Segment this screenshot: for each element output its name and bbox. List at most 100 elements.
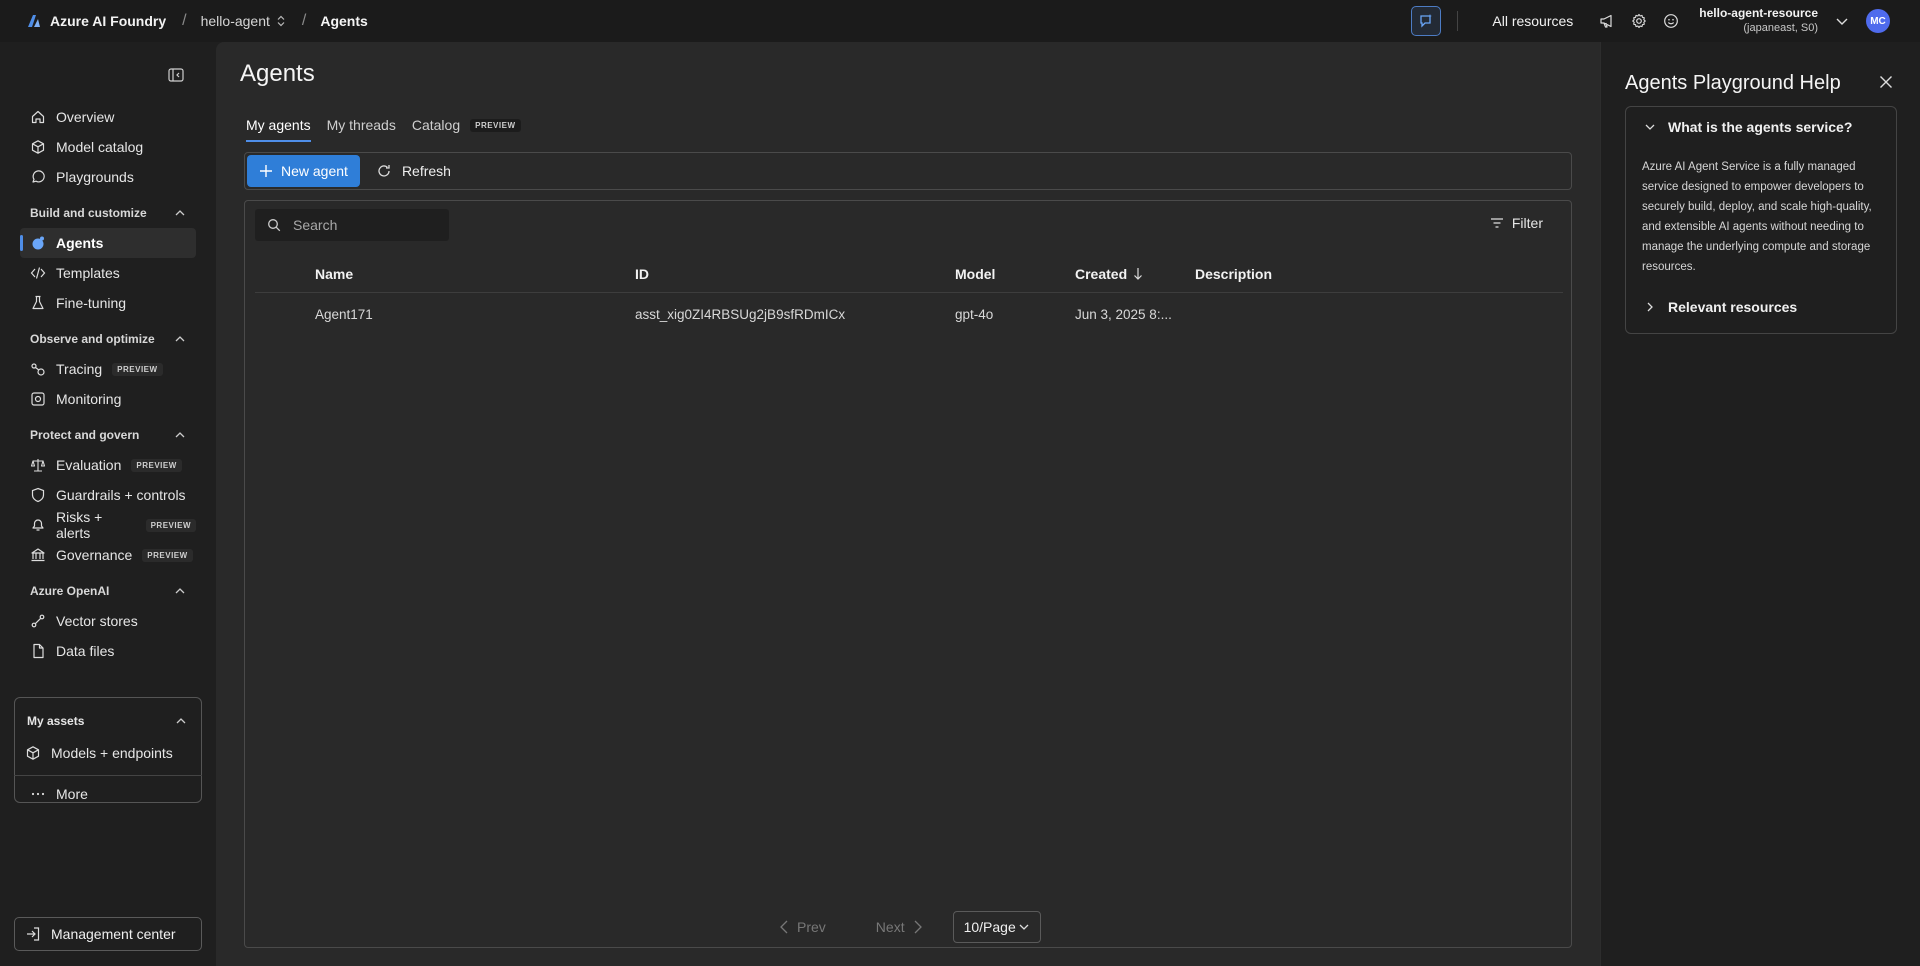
sidebar-item-overview[interactable]: Overview [20, 102, 196, 132]
main-panel: Agents My agents My threads Catalog PREV… [216, 42, 1600, 966]
sort-down-arrow-icon [1134, 267, 1143, 280]
collapse-sidebar-button[interactable] [165, 64, 187, 86]
scale-icon [30, 459, 46, 472]
breadcrumb-project-label: hello-agent [200, 13, 270, 29]
column-header-id[interactable]: ID [635, 255, 649, 292]
tab-my-agents[interactable]: My agents [246, 112, 311, 142]
search-input[interactable] [293, 217, 433, 233]
sidebar-item-label: More [56, 786, 88, 802]
prev-page-button[interactable]: Prev [779, 919, 826, 935]
pagination: Prev Next 10/Page [779, 911, 1041, 943]
sidebar-item-label: Vector stores [56, 613, 138, 629]
table-row[interactable]: Agent171 asst_xig0ZI4RBSUg2jB9sfRDmICx g… [255, 293, 1563, 335]
column-header-created[interactable]: Created [1075, 255, 1143, 292]
search-box[interactable] [255, 209, 449, 241]
settings-button[interactable] [1623, 5, 1655, 37]
search-icon [268, 219, 281, 232]
help-accordion: What is the agents service? Azure AI Age… [1625, 106, 1897, 334]
sidebar-item-models-endpoints[interactable]: Models + endpoints [15, 738, 201, 768]
refresh-label: Refresh [401, 163, 451, 179]
management-center-button[interactable]: Management center [14, 917, 202, 951]
avatar[interactable]: MC [1866, 9, 1890, 33]
file-icon [33, 643, 44, 659]
preview-badge: PREVIEW [131, 458, 182, 472]
column-header-name[interactable]: Name [315, 255, 353, 292]
home-icon [31, 110, 45, 124]
breadcrumb-project[interactable]: hello-agent [201, 13, 286, 29]
sidebar-item-templates[interactable]: Templates [20, 258, 196, 288]
section-my-assets[interactable]: My assets [15, 706, 201, 736]
building-icon [31, 548, 45, 562]
ellipsis-icon [31, 792, 45, 796]
sidebar-item-agents[interactable]: Agents [20, 228, 196, 258]
sidebar-item-guardrails[interactable]: Guardrails + controls [20, 480, 196, 510]
feedback-button[interactable] [1655, 5, 1687, 37]
filter-button[interactable]: Filter [1490, 215, 1543, 231]
sidebar-item-data-files[interactable]: Data files [20, 636, 196, 666]
tab-my-threads[interactable]: My threads [327, 112, 396, 138]
top-bar: Azure AI Foundry / hello-agent / Agents … [0, 0, 1920, 42]
breadcrumb-separator: / [301, 12, 307, 29]
brand[interactable]: Azure AI Foundry [26, 13, 166, 29]
tab-list: My agents My threads Catalog PREVIEW [246, 112, 521, 142]
chevron-down-icon [1019, 924, 1029, 930]
sidebar-item-label: Models + endpoints [51, 745, 173, 761]
gear-icon [1632, 13, 1647, 29]
announcements-button[interactable] [1591, 5, 1623, 37]
section-title: Observe and optimize [30, 332, 155, 346]
section-azure-openai[interactable]: Azure OpenAI [20, 576, 196, 606]
sign-in-icon [27, 927, 40, 941]
help-panel: Agents Playground Help What is the agent… [1600, 42, 1920, 966]
sidebar-item-playgrounds[interactable]: Playgrounds [20, 162, 196, 192]
agents-table-card: Filter Name ID Model Created Description… [244, 200, 1572, 948]
column-header-description[interactable]: Description [1195, 255, 1272, 292]
vector-icon [31, 614, 45, 628]
accordion-relevant-resources[interactable]: Relevant resources [1644, 299, 1797, 315]
sidebar-item-label: Tracing [56, 361, 103, 377]
preview-badge: PREVIEW [112, 362, 163, 376]
chevron-up-icon [175, 336, 185, 342]
preview-badge: PREVIEW [470, 118, 521, 132]
sidebar-nav-more: More [20, 779, 196, 809]
sidebar-item-governance[interactable]: Governance PREVIEW [20, 540, 196, 570]
section-observe-and-optimize[interactable]: Observe and optimize [20, 324, 196, 354]
page-size-value: 10/Page [963, 919, 1016, 935]
column-header-model[interactable]: Model [955, 255, 995, 292]
sidebar-item-monitoring[interactable]: Monitoring [20, 384, 196, 414]
section-protect-and-govern[interactable]: Protect and govern [20, 420, 196, 450]
sidebar-item-evaluation[interactable]: Evaluation PREVIEW [20, 450, 196, 480]
preview-badge: PREVIEW [145, 518, 196, 532]
close-help-button[interactable] [1876, 72, 1896, 92]
section-title: Azure OpenAI [30, 584, 110, 598]
refresh-button[interactable]: Refresh [366, 155, 461, 187]
sidebar-item-tracing[interactable]: Tracing PREVIEW [20, 354, 196, 384]
account-info[interactable]: hello-agent-resource (japaneast, S0) [1699, 6, 1818, 36]
sidebar-item-risks-alerts[interactable]: Risks + alerts PREVIEW [20, 509, 196, 541]
sidebar-item-model-catalog[interactable]: Model catalog [20, 132, 196, 162]
sidebar-item-more[interactable]: More [20, 779, 196, 809]
all-resources-link[interactable]: All resources [1492, 13, 1573, 29]
table-header: Name ID Model Created Description [255, 255, 1563, 293]
next-label: Next [875, 919, 905, 935]
sidebar: Overview Model catalog Playgrounds Build… [0, 42, 216, 966]
account-region: (japaneast, S0) [1743, 22, 1818, 34]
chevron-down-icon [1645, 124, 1655, 130]
column-header-label: Created [1075, 265, 1128, 282]
page-size-select[interactable]: 10/Page [952, 911, 1041, 943]
new-agent-button[interactable]: New agent [247, 155, 360, 187]
account-name: hello-agent-resource [1699, 6, 1818, 20]
section-title: My assets [27, 714, 85, 728]
copilot-button[interactable] [1411, 6, 1442, 36]
new-agent-label: New agent [281, 163, 348, 179]
account-dropdown-button[interactable] [1826, 5, 1858, 37]
accordion-what-is-agents[interactable]: What is the agents service? [1644, 119, 1852, 135]
next-page-button[interactable]: Next [876, 919, 923, 935]
alert-icon [32, 519, 44, 531]
updown-chevron-icon [277, 15, 285, 27]
section-build-and-customize[interactable]: Build and customize [20, 198, 196, 228]
sidebar-item-vector-stores[interactable]: Vector stores [20, 606, 196, 636]
shield-icon [31, 487, 45, 503]
toolbar: New agent Refresh [244, 152, 1572, 190]
tab-catalog[interactable]: Catalog PREVIEW [412, 112, 521, 138]
sidebar-item-fine-tuning[interactable]: Fine-tuning [20, 288, 196, 318]
